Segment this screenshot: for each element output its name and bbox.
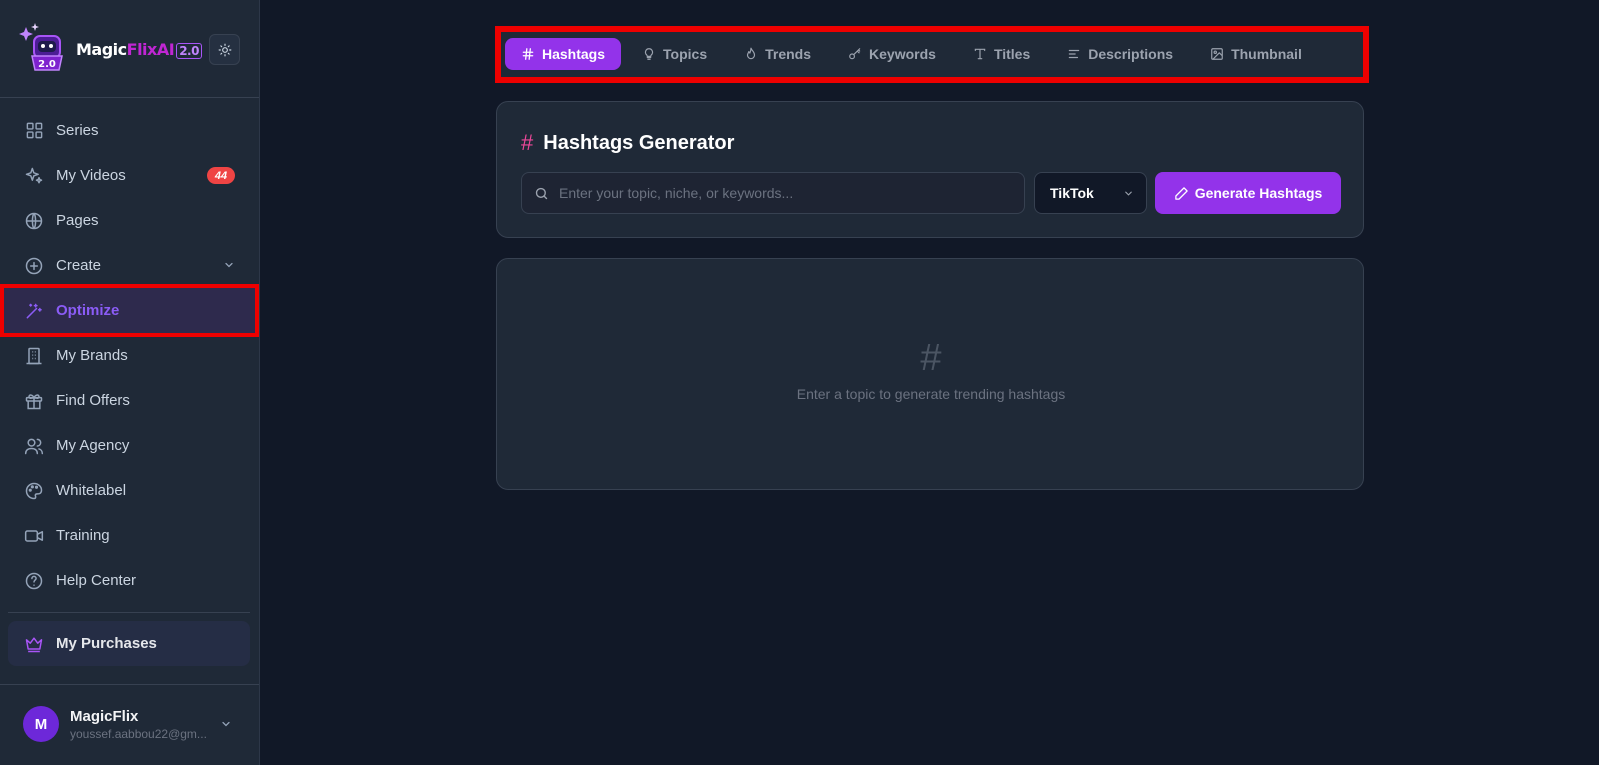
user-email: youssef.aabbou22@gm...: [70, 727, 207, 741]
tab-thumbnail[interactable]: Thumbnail: [1194, 38, 1318, 70]
sidebar-item-label: Training: [56, 527, 110, 544]
logo-icon[interactable]: 2.0: [18, 22, 74, 74]
tool-tabs: Hashtags Topics Trends Keywords Titles D…: [505, 38, 1323, 70]
theme-toggle-button[interactable]: [209, 34, 240, 65]
flame-icon: [744, 47, 758, 61]
tab-hashtags[interactable]: Hashtags: [505, 38, 622, 70]
align-left-icon: [1067, 47, 1081, 61]
building-icon: [24, 346, 44, 366]
tab-label: Titles: [993, 46, 1031, 62]
sidebar-item-find-offers[interactable]: Find Offers: [0, 378, 259, 423]
lightbulb-icon: [642, 47, 656, 61]
sidebar-item-create[interactable]: Create: [0, 243, 259, 288]
chevron-down-icon: [1125, 191, 1132, 196]
tab-label: Hashtags: [542, 46, 606, 62]
hash-icon: [521, 47, 535, 61]
brand-name-prefix: Magic: [76, 40, 127, 59]
tab-label: Trends: [765, 46, 812, 62]
help-circle-icon: [24, 571, 44, 591]
sidebar-item-my-purchases[interactable]: My Purchases: [8, 621, 250, 666]
sidebar-item-optimize[interactable]: Optimize: [0, 284, 259, 337]
hashtags-generator-card: # Hashtags Generator TikTok Generate Has…: [496, 101, 1364, 238]
tab-label: Thumbnail: [1231, 46, 1302, 62]
tool-tabs-bar: Hashtags Topics Trends Keywords Titles D…: [495, 26, 1369, 83]
tab-label: Topics: [663, 46, 708, 62]
sidebar-nav: Series My Videos 44 Pages Create Optimiz…: [0, 108, 259, 603]
generate-hashtags-button[interactable]: Generate Hashtags: [1155, 172, 1341, 214]
globe-icon: [24, 211, 44, 231]
platform-select[interactable]: TikTok: [1034, 172, 1147, 214]
user-menu[interactable]: M MagicFlix youssef.aabbou22@gm...: [23, 706, 243, 744]
palette-icon: [24, 481, 44, 501]
type-icon: [973, 47, 987, 61]
card-title: # Hashtags Generator: [521, 130, 734, 156]
hash-icon: #: [920, 337, 942, 379]
tab-descriptions[interactable]: Descriptions: [1051, 38, 1189, 70]
empty-state-text: Enter a topic to generate trending hasht…: [796, 386, 1066, 402]
search-icon: [535, 187, 548, 200]
logo-badge: 2.0: [38, 59, 56, 70]
magic-wand-icon: [24, 301, 44, 321]
sun-icon: [218, 43, 231, 56]
chevron-down-icon[interactable]: [220, 718, 232, 730]
sidebar-item-my-videos[interactable]: My Videos 44: [0, 153, 259, 198]
sidebar-item-label: Whitelabel: [56, 482, 127, 499]
sidebar: 2.0 MagicFlixAI2.0 Series My Videos 44: [0, 0, 260, 765]
grid-icon: [24, 121, 44, 141]
sidebar-item-label: Pages: [56, 212, 99, 229]
sidebar-item-help-center[interactable]: Help Center: [0, 558, 259, 603]
card-title-text: Hashtags Generator: [543, 131, 735, 154]
sidebar-item-label: My Purchases: [56, 635, 157, 652]
topic-search-field[interactable]: [521, 172, 1025, 214]
brand-name[interactable]: MagicFlixAI 2.0: [76, 40, 202, 59]
crown-icon: [24, 634, 44, 654]
brand-name-accent: FlixAI: [126, 40, 175, 59]
user-divider: [0, 684, 259, 685]
sidebar-item-label: My Agency: [56, 437, 130, 454]
sidebar-item-my-agency[interactable]: My Agency: [0, 423, 259, 468]
tab-keywords[interactable]: Keywords: [832, 38, 952, 70]
sidebar-item-pages[interactable]: Pages: [0, 198, 259, 243]
tab-label: Keywords: [869, 46, 936, 62]
sidebar-item-label: My Brands: [56, 347, 128, 364]
user-name: MagicFlix: [70, 708, 139, 725]
topic-input[interactable]: [559, 173, 1014, 213]
sparkles-icon: [24, 166, 44, 186]
sidebar-item-label: Create: [56, 257, 102, 274]
sidebar-item-training[interactable]: Training: [0, 513, 259, 558]
results-empty-state: # Enter a topic to generate trending has…: [496, 258, 1364, 490]
platform-selected-value: TikTok: [1050, 185, 1094, 201]
sidebar-item-series[interactable]: Series: [0, 108, 259, 153]
video-count-badge: 44: [207, 167, 235, 184]
sidebar-item-my-brands[interactable]: My Brands: [0, 333, 259, 378]
chevron-down-icon[interactable]: [223, 259, 235, 271]
tab-topics[interactable]: Topics: [626, 38, 723, 70]
plus-circle-icon: [24, 256, 44, 276]
brand-version: 2.0: [176, 43, 202, 59]
brand-header: 2.0 MagicFlixAI 2.0: [0, 0, 259, 98]
generate-button-label: Generate Hashtags: [1194, 185, 1323, 201]
hash-icon: #: [521, 130, 534, 155]
tab-trends[interactable]: Trends: [728, 38, 827, 70]
tab-label: Descriptions: [1088, 46, 1174, 62]
video-icon: [24, 526, 44, 546]
sidebar-item-label: Series: [56, 122, 99, 139]
sidebar-item-label: My Videos: [56, 167, 126, 184]
sidebar-divider: [8, 612, 250, 613]
pencil-icon: [1174, 186, 1189, 201]
users-icon: [24, 436, 44, 456]
key-icon: [848, 47, 862, 61]
sidebar-item-label: Optimize: [56, 302, 120, 319]
sidebar-item-whitelabel[interactable]: Whitelabel: [0, 468, 259, 513]
image-icon: [1210, 47, 1224, 61]
avatar: M: [23, 706, 59, 742]
tab-titles[interactable]: Titles: [957, 38, 1046, 70]
sidebar-item-label: Find Offers: [56, 392, 130, 409]
sidebar-item-label: Help Center: [56, 572, 137, 589]
gift-icon: [24, 391, 44, 411]
